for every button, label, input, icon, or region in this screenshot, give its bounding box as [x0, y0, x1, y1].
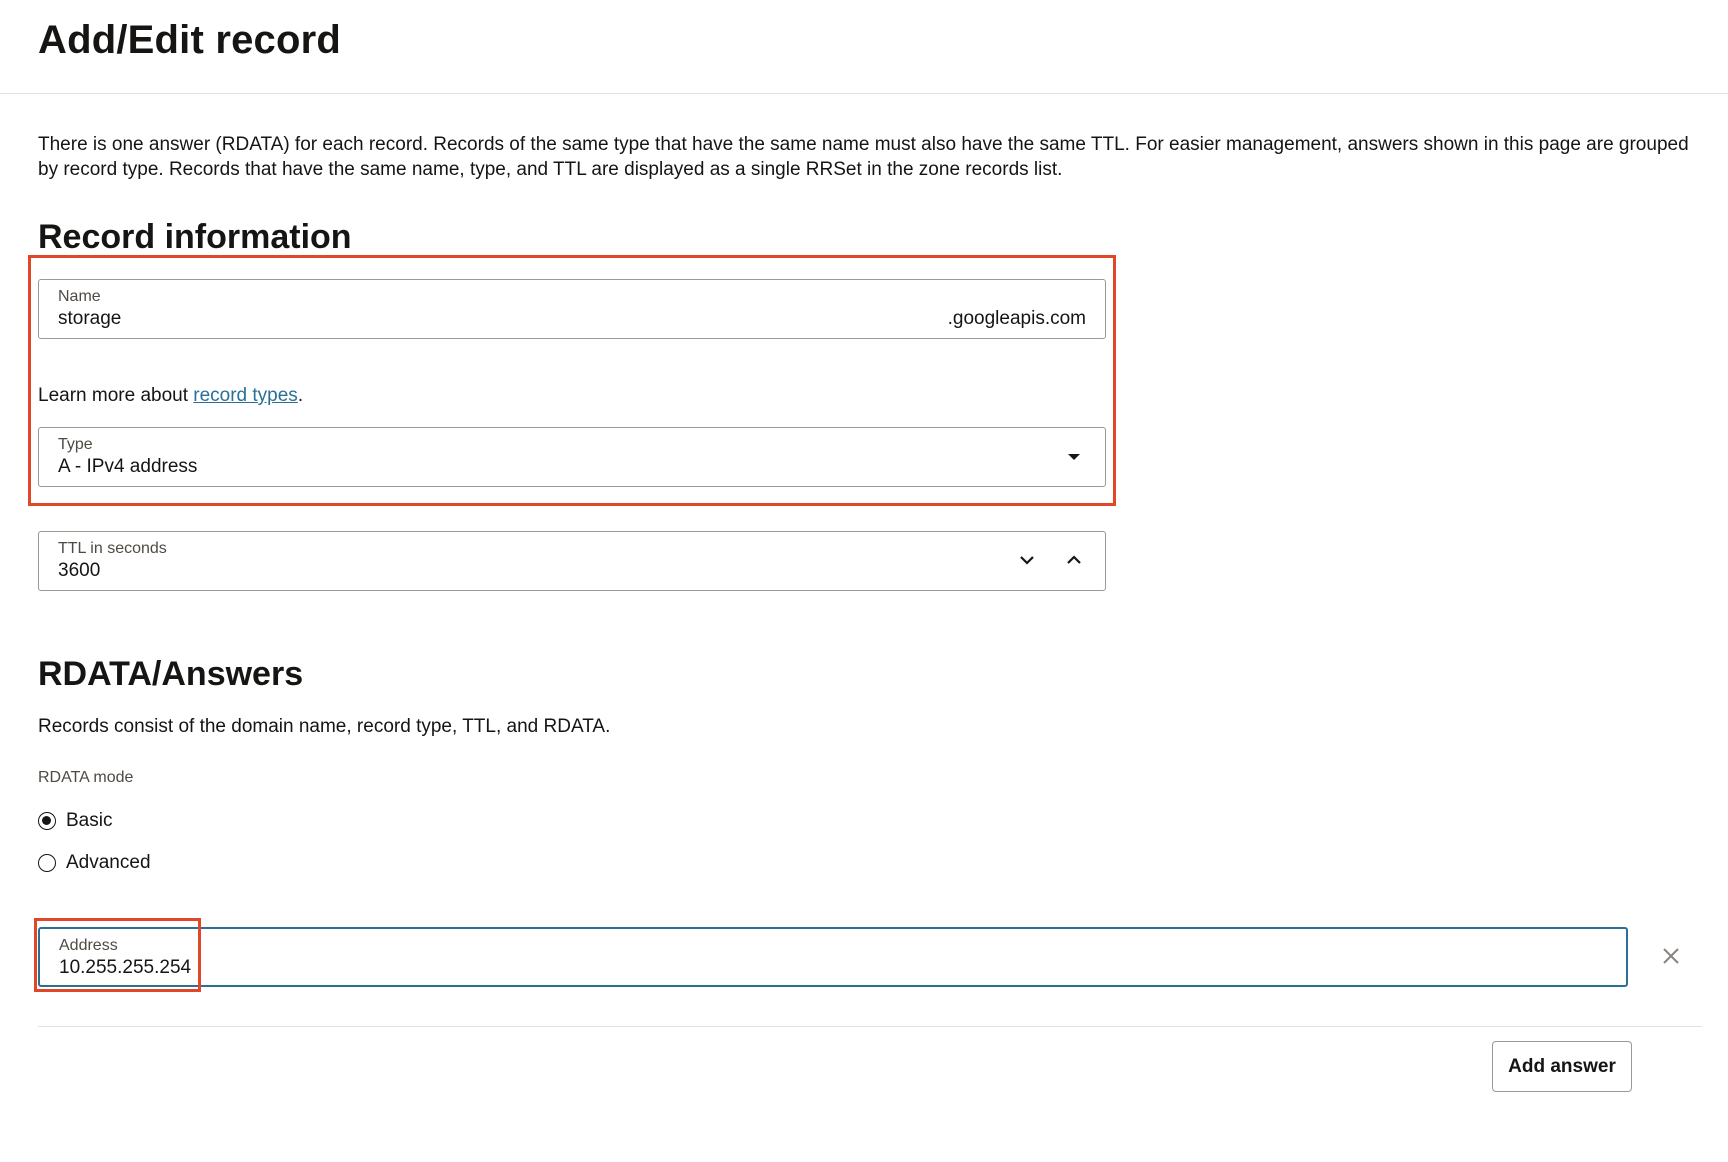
radio-advanced[interactable]: Advanced [38, 852, 151, 874]
page-title: Add/Edit record [38, 18, 342, 62]
add-answer-button[interactable]: Add answer [1492, 1041, 1632, 1092]
radio-advanced-indicator[interactable] [38, 854, 56, 872]
rdata-answers-heading: RDATA/Answers [38, 655, 304, 693]
radio-basic-label: Basic [66, 810, 113, 831]
radio-basic-indicator[interactable] [38, 812, 56, 830]
rdata-description: Records consist of the domain name, reco… [38, 716, 611, 737]
chevron-down-icon[interactable] [1019, 554, 1035, 566]
divider [38, 1026, 1702, 1027]
page-header: Add/Edit record [0, 0, 1728, 94]
ttl-label: TTL in seconds [58, 540, 167, 557]
record-information-heading: Record information [38, 218, 352, 256]
rdata-mode-label: RDATA mode [38, 769, 134, 786]
ttl-stepper[interactable]: TTL in seconds 3600 [38, 531, 1106, 591]
ttl-value[interactable]: 3600 [58, 560, 100, 582]
radio-basic[interactable]: Basic [38, 810, 112, 832]
highlight-address [34, 918, 201, 992]
address-field[interactable]: Address 10.255.255.254 [38, 927, 1628, 987]
intro-text: There is one answer (RDATA) for each rec… [38, 134, 1689, 180]
radio-advanced-label: Advanced [66, 852, 151, 873]
page: Add/Edit record There is one answer (RDA… [0, 0, 1728, 1162]
chevron-up-icon[interactable] [1066, 554, 1082, 566]
close-icon[interactable] [1662, 947, 1680, 965]
highlight-record-info [28, 255, 1116, 506]
